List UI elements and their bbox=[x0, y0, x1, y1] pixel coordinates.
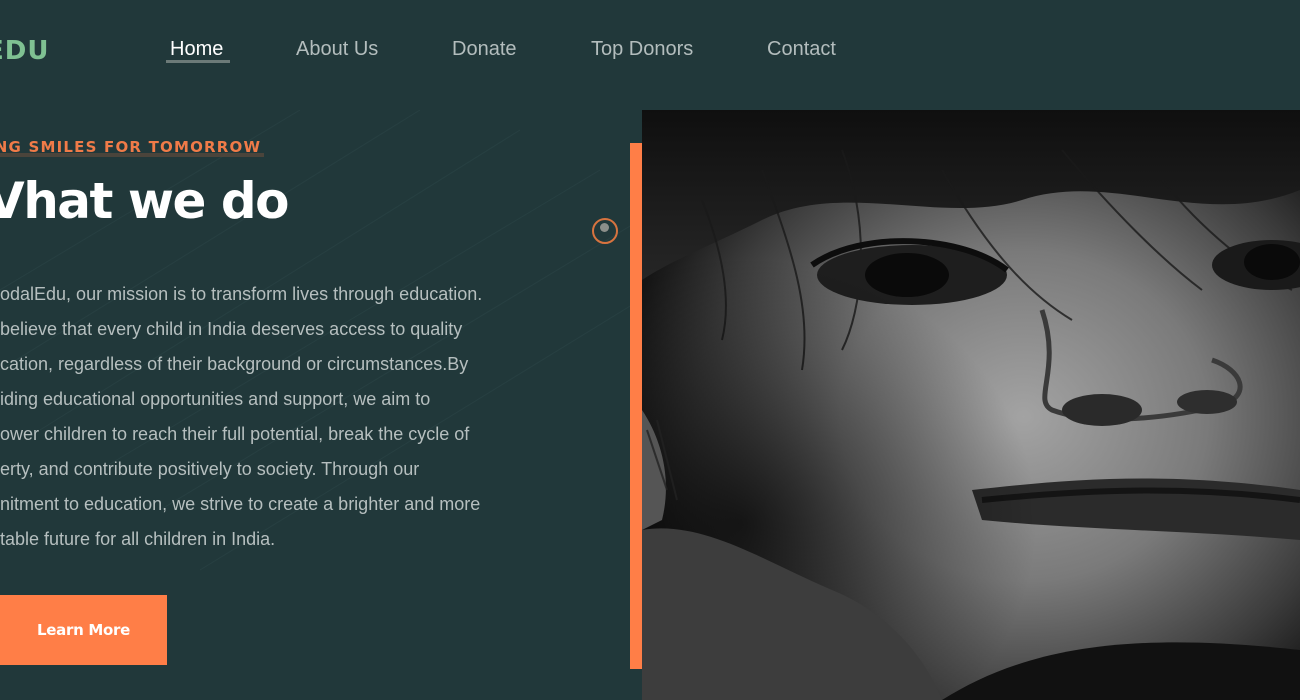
nav-home[interactable]: Home bbox=[170, 38, 223, 61]
active-nav-underline bbox=[166, 60, 230, 63]
hero-photo bbox=[642, 110, 1300, 700]
description-line: odalEdu, our mission is to transform liv… bbox=[0, 284, 483, 304]
hero-headline: Vhat we do bbox=[0, 172, 290, 230]
description-line: erty, and contribute positively to socie… bbox=[0, 459, 420, 479]
description-line: believe that every child in India deserv… bbox=[0, 319, 463, 339]
nav-about-us[interactable]: About Us bbox=[296, 38, 378, 61]
nav-contact[interactable]: Contact bbox=[767, 38, 836, 61]
nav-donate[interactable]: Donate bbox=[452, 38, 517, 61]
description-line: ower children to reach their full potent… bbox=[0, 424, 470, 444]
hero-description: odalEdu, our mission is to transform liv… bbox=[0, 277, 600, 557]
circle-dot-icon[interactable] bbox=[592, 218, 618, 244]
description-line: nitment to education, we strive to creat… bbox=[0, 494, 481, 514]
image-accent-bar bbox=[630, 143, 642, 669]
indicator-dot bbox=[600, 223, 609, 232]
child-portrait-image bbox=[642, 110, 1300, 700]
logo[interactable]: EDU bbox=[0, 36, 49, 66]
hero-tagline: ING SMILES FOR TOMORROW bbox=[0, 138, 262, 156]
nav-top-donors[interactable]: Top Donors bbox=[591, 38, 693, 61]
learn-more-button[interactable]: Learn More bbox=[0, 595, 167, 665]
description-line: cation, regardless of their background o… bbox=[0, 354, 469, 374]
description-line: table future for all children in India. bbox=[0, 529, 276, 549]
description-line: iding educational opportunities and supp… bbox=[0, 389, 431, 409]
